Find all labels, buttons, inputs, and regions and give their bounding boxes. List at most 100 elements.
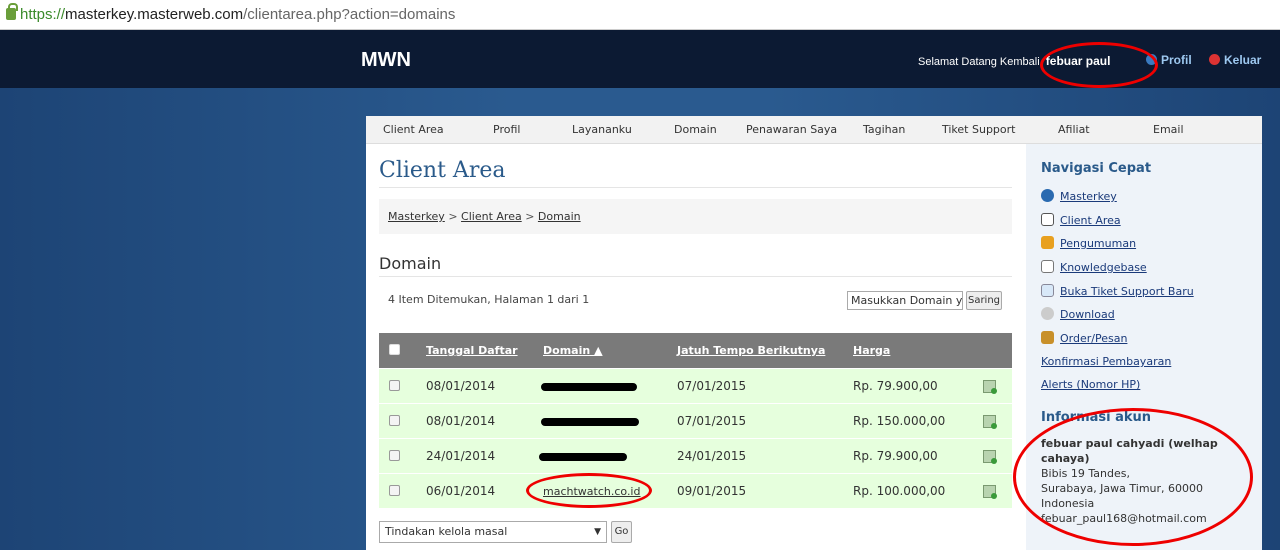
sidebar-link-pengumuman[interactable]: Pengumuman [1041, 236, 1136, 250]
sidebar: Navigasi Cepat Masterkey Client Area Pen… [1026, 144, 1262, 550]
account-info-title: Informasi akun [1041, 410, 1152, 425]
sidebar-link-client-area[interactable]: Client Area [1041, 213, 1121, 227]
row-due: 07/01/2015 [677, 414, 747, 428]
sidebar-link-konfirmasi[interactable]: Konfirmasi Pembayaran [1041, 355, 1171, 368]
row-checkbox[interactable] [389, 380, 400, 391]
megaphone-icon [1041, 236, 1054, 249]
select-all-checkbox[interactable] [389, 344, 400, 355]
row-checkbox[interactable] [389, 450, 400, 461]
redacted-domain [541, 383, 637, 391]
row-checkbox[interactable] [389, 415, 400, 426]
address-bar[interactable]: https://masterkey.masterweb.com/clientar… [0, 0, 1280, 30]
account-name: febuar paul cahyadi (welhap cahaya) [1041, 437, 1218, 465]
domain-link[interactable]: machtwatch.co.id [543, 485, 640, 498]
filter-button[interactable]: Saring [966, 291, 1002, 310]
breadcrumb-client-area[interactable]: Client Area [461, 210, 522, 223]
url-scheme: https:// [20, 6, 66, 23]
globe-icon [1041, 189, 1054, 202]
section-title: Domain [379, 254, 442, 273]
divider [379, 276, 1012, 277]
manage-icon[interactable] [983, 415, 997, 429]
sidebar-link-masterkey[interactable]: Masterkey [1041, 189, 1117, 203]
quick-nav-title: Navigasi Cepat [1041, 161, 1152, 176]
nav-tiket-support[interactable]: Tiket Support [942, 123, 1015, 136]
domain-table: Tanggal Daftar Domain ▲ Jatuh Tempo Beri… [379, 333, 1012, 508]
col-domain[interactable]: Domain ▲ [543, 344, 602, 357]
domain-search-input[interactable] [847, 291, 963, 310]
logout-label: Keluar [1224, 53, 1262, 67]
link-label: Buka Tiket Support Baru [1060, 285, 1194, 298]
breadcrumb-domain[interactable]: Domain [538, 210, 581, 223]
nav-layananku[interactable]: Layananku [572, 123, 632, 136]
row-due: 09/01/2015 [677, 484, 747, 498]
content-panel: Client Area Profil Layananku Domain Pena… [366, 116, 1262, 550]
bulk-action-select[interactable]: Tindakan kelola masal ▼ [379, 521, 607, 543]
table-row: 06/01/2014 machtwatch.co.id 09/01/2015 R… [379, 473, 1012, 508]
user-icon [1146, 54, 1157, 65]
row-date: 24/01/2014 [426, 449, 496, 463]
welcome-text: Selamat Datang Kembali, febuar paul [918, 54, 1110, 68]
logout-link[interactable]: Keluar [1209, 53, 1261, 67]
row-due: 24/01/2015 [677, 449, 747, 463]
link-label: Download [1060, 308, 1115, 321]
account-email: febuar_paul168@hotmail.com [1041, 512, 1207, 525]
sidebar-link-alerts[interactable]: Alerts (Nomor HP) [1041, 378, 1140, 391]
breadcrumb-separator: > [525, 210, 535, 223]
disc-icon [1041, 307, 1054, 320]
welcome-label: Selamat Datang Kembali, [918, 56, 1043, 68]
row-price: Rp. 79.900,00 [853, 379, 938, 393]
nav-afiliat[interactable]: Afiliat [1058, 123, 1090, 136]
link-label: Client Area [1060, 214, 1121, 227]
row-price: Rp. 150.000,00 [853, 414, 946, 428]
sidebar-link-knowledgebase[interactable]: Knowledgebase [1041, 260, 1147, 274]
profil-link[interactable]: Profil [1146, 53, 1192, 67]
edit-icon [1041, 284, 1054, 297]
col-tanggal-daftar[interactable]: Tanggal Daftar [426, 344, 518, 357]
address-line: Surabaya, Jawa Timur, 60000 [1041, 482, 1204, 495]
bulk-action-value: Tindakan kelola masal [385, 525, 508, 538]
row-due: 07/01/2015 [677, 379, 747, 393]
table-row: 24/01/2014 24/01/2015 Rp. 79.900,00 [379, 438, 1012, 473]
site-logo[interactable]: MWN [361, 49, 411, 72]
url-path: /clientarea.php?action=domains [243, 6, 456, 23]
breadcrumb-masterkey[interactable]: Masterkey [388, 210, 445, 223]
row-price: Rp. 79.900,00 [853, 449, 938, 463]
nav-client-area[interactable]: Client Area [383, 123, 444, 136]
sidebar-link-order[interactable]: Order/Pesan [1041, 331, 1127, 345]
row-date: 06/01/2014 [426, 484, 496, 498]
breadcrumb-separator: > [448, 210, 458, 223]
nav-domain[interactable]: Domain [674, 123, 717, 136]
page-title: Client Area [379, 158, 506, 183]
redacted-domain [541, 418, 639, 426]
address-line: Indonesia [1041, 497, 1095, 510]
table-row: 08/01/2014 07/01/2015 Rp. 79.900,00 [379, 368, 1012, 403]
power-icon [1209, 54, 1220, 65]
divider [379, 187, 1012, 188]
manage-icon[interactable] [983, 380, 997, 394]
manage-icon[interactable] [983, 450, 997, 464]
nav-profil[interactable]: Profil [493, 123, 520, 136]
nav-email[interactable]: Email [1153, 123, 1184, 136]
url-host: masterkey.masterweb.com [65, 6, 244, 23]
row-date: 08/01/2014 [426, 414, 496, 428]
box-icon [1041, 331, 1054, 344]
row-price: Rp. 100.000,00 [853, 484, 946, 498]
go-button[interactable]: Go [611, 521, 632, 543]
link-label: Pengumuman [1060, 237, 1137, 250]
main-nav: Client Area Profil Layananku Domain Pena… [366, 116, 1262, 144]
home-icon [1041, 213, 1054, 226]
lock-icon [6, 3, 18, 20]
username: febuar paul [1045, 54, 1111, 68]
table-header: Tanggal Daftar Domain ▲ Jatuh Tempo Beri… [379, 333, 1012, 368]
col-jatuh-tempo[interactable]: Jatuh Tempo Berikutnya [677, 344, 825, 357]
result-count: 4 Item Ditemukan, Halaman 1 dari 1 [388, 293, 590, 306]
nav-tagihan[interactable]: Tagihan [863, 123, 905, 136]
nav-penawaran[interactable]: Penawaran Saya [746, 123, 837, 136]
address-line: Bibis 19 Tandes, [1041, 467, 1130, 480]
sidebar-link-download[interactable]: Download [1041, 307, 1115, 321]
sidebar-link-buka-tiket[interactable]: Buka Tiket Support Baru [1041, 284, 1194, 298]
manage-icon[interactable] [983, 485, 997, 499]
row-checkbox[interactable] [389, 485, 400, 496]
redacted-domain [539, 453, 627, 461]
col-harga[interactable]: Harga [853, 344, 890, 357]
